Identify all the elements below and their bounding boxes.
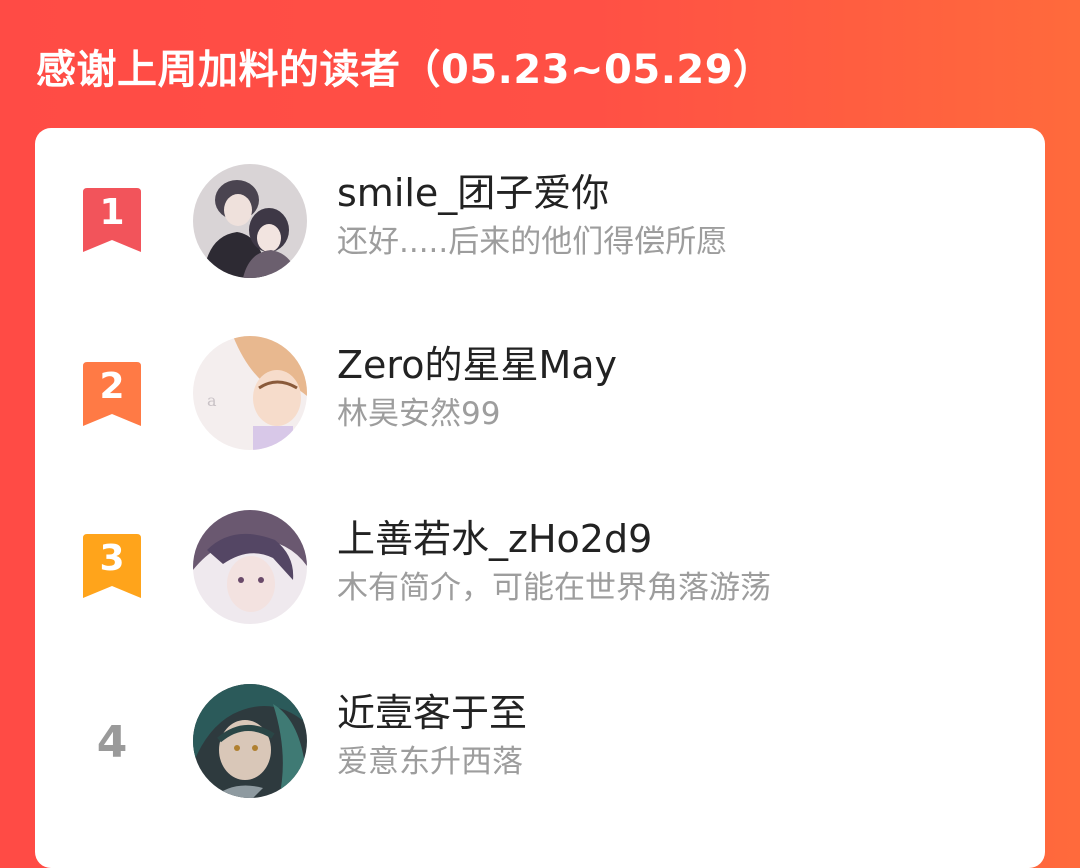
avatar[interactable] [193, 510, 307, 624]
svg-text:a: a [207, 391, 217, 410]
rank-badge-1: 1 [83, 188, 141, 252]
rank-number: 4 [96, 717, 128, 768]
reader-row[interactable]: 4 近壹客于至 爱意东升西落 [35, 684, 1045, 804]
reader-subtitle: 林昊安然99 [337, 396, 501, 432]
reader-list-card: 1 smile_团子爱你 还好.....后来的他们得偿所愿 2 a Zero的星… [35, 128, 1045, 868]
rank-number: 3 [99, 538, 125, 579]
rank-number: 1 [99, 192, 125, 233]
reader-subtitle: 木有简介，可能在世界角落游荡 [337, 570, 771, 606]
avatar[interactable] [193, 684, 307, 798]
reader-row[interactable]: 1 smile_团子爱你 还好.....后来的他们得偿所愿 [35, 164, 1045, 284]
reader-row[interactable]: 2 a Zero的星星May 林昊安然99 [35, 336, 1045, 456]
page-title: 感谢上周加料的读者（05.23~05.29） [36, 47, 774, 93]
reader-name: 近壹客于至 [337, 691, 528, 735]
rank-badge-2: 2 [83, 362, 141, 426]
avatar[interactable]: a [193, 336, 307, 450]
rank-number: 2 [99, 366, 125, 407]
reader-name: smile_团子爱你 [337, 171, 610, 215]
reader-name: 上善若水_zHo2d9 [337, 517, 653, 561]
reader-name: Zero的星星May [337, 343, 618, 387]
rank-badge-3: 3 [83, 534, 141, 598]
reader-row[interactable]: 3 上善若水_zHo2d9 木有简介，可能在世界角落游荡 [35, 510, 1045, 630]
reader-subtitle: 还好.....后来的他们得偿所愿 [337, 224, 728, 260]
avatar[interactable] [193, 164, 307, 278]
reader-subtitle: 爱意东升西落 [337, 744, 523, 780]
